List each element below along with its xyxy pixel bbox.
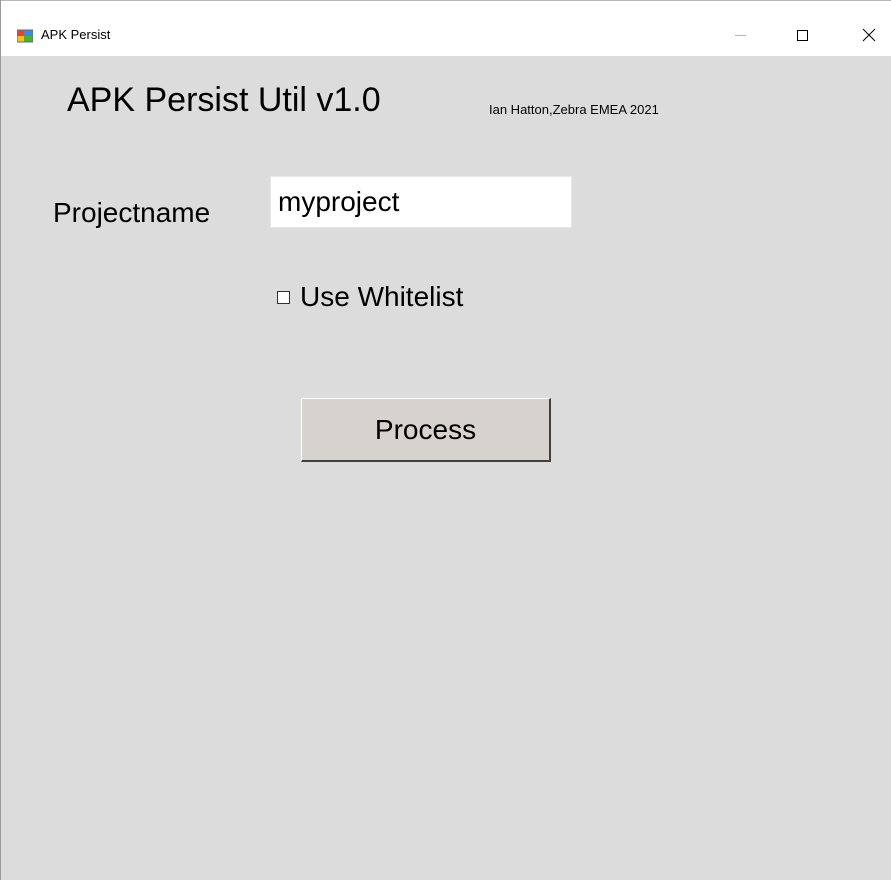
use-whitelist-checkbox-row[interactable]: Use Whitelist — [277, 280, 463, 314]
close-button[interactable] — [846, 17, 891, 53]
window-title: APK Persist — [41, 27, 111, 42]
title-bar[interactable]: APK Persist — [1, 0, 891, 56]
maximize-button[interactable] — [779, 17, 825, 53]
windows-form-app-icon — [17, 29, 33, 43]
minimize-button[interactable] — [717, 17, 763, 53]
projectname-label: Projectname — [53, 197, 211, 228]
use-whitelist-checkbox[interactable] — [277, 290, 290, 304]
use-whitelist-label[interactable]: Use Whitelist — [300, 280, 463, 314]
app-heading: APK Persist Util v1.0 — [67, 81, 381, 119]
process-button[interactable]: Process — [301, 398, 551, 462]
minimize-icon — [734, 34, 746, 36]
projectname-input[interactable] — [270, 176, 572, 228]
app-window: APK Persist APK Persist Util v1.0 Ian Ha… — [0, 0, 891, 880]
close-icon — [862, 28, 876, 42]
maximize-icon — [796, 29, 808, 41]
author-credit: Ian Hatton,Zebra EMEA 2021 — [489, 102, 659, 117]
